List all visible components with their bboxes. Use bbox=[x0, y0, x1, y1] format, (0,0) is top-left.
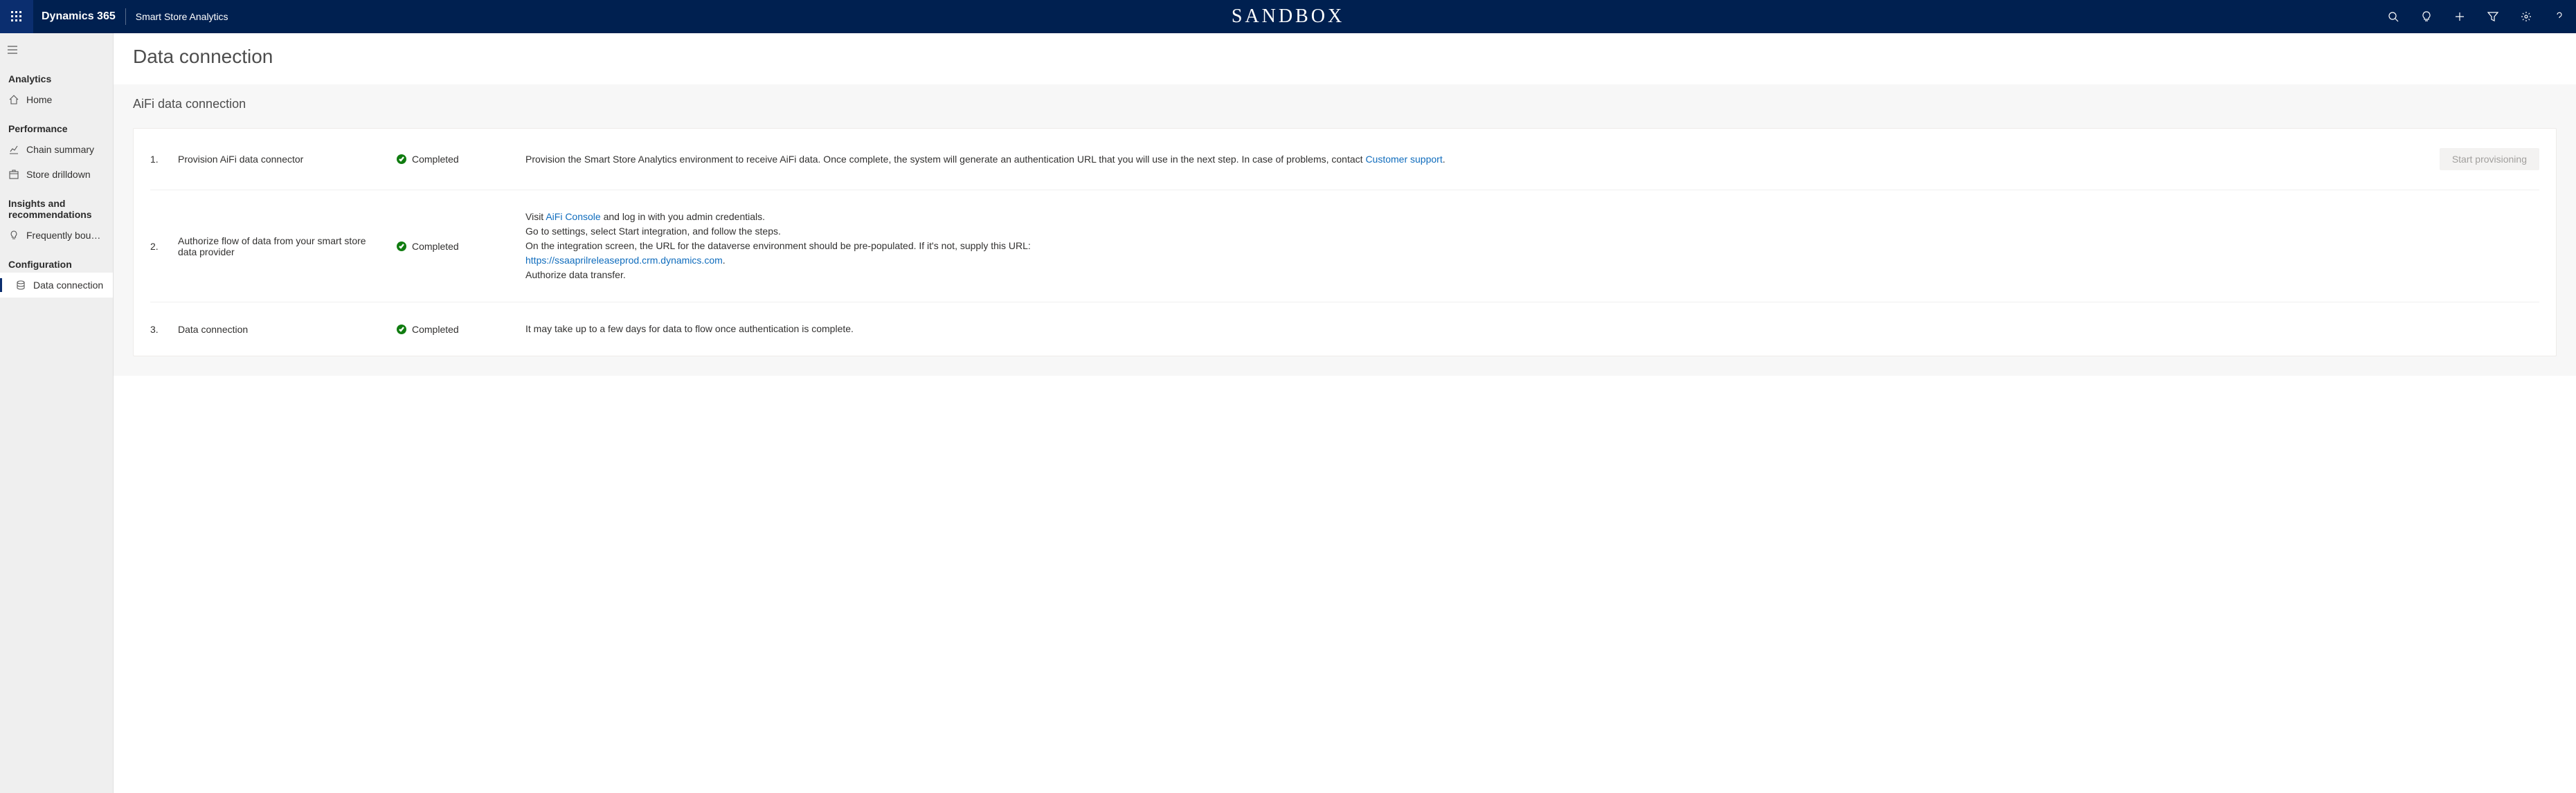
check-icon bbox=[397, 241, 406, 251]
sidebar: Analytics Home Performance Chain summary… bbox=[0, 33, 114, 793]
status-text: Completed bbox=[412, 154, 459, 165]
environment-label: SANDBOX bbox=[1232, 6, 1344, 28]
status-text: Completed bbox=[412, 241, 459, 252]
step-number: 1. bbox=[150, 154, 167, 165]
chart-icon bbox=[8, 144, 19, 155]
lightbulb-icon bbox=[2421, 11, 2432, 22]
sidebar-item-label: Frequently bought t... bbox=[26, 230, 105, 241]
waffle-icon bbox=[11, 11, 22, 22]
settings-button[interactable] bbox=[2510, 0, 2543, 33]
sidebar-section-configuration: Configuration bbox=[0, 248, 113, 273]
step-description: Visit AiFi Console and log in with you a… bbox=[525, 210, 2417, 282]
aifi-console-link[interactable]: AiFi Console bbox=[546, 211, 600, 222]
step-row-1: 1. Provision AiFi data connector Complet… bbox=[150, 129, 2539, 190]
sidebar-item-label: Home bbox=[26, 94, 52, 105]
sidebar-section-insights: Insights and recommendations bbox=[0, 187, 113, 223]
filter-icon bbox=[2487, 11, 2498, 22]
sidebar-item-frequently-bought[interactable]: Frequently bought t... bbox=[0, 223, 113, 248]
section-title: AiFi data connection bbox=[133, 97, 2557, 111]
step-row-3: 3. Data connection Completed It may take… bbox=[150, 302, 2539, 356]
app-name[interactable]: Smart Store Analytics bbox=[136, 11, 228, 22]
plus-icon bbox=[2454, 11, 2465, 22]
data-connection-icon bbox=[15, 280, 26, 291]
question-icon bbox=[2554, 11, 2565, 22]
sidebar-item-chain-summary[interactable]: Chain summary bbox=[0, 137, 113, 162]
check-icon bbox=[397, 325, 406, 334]
brand-separator bbox=[125, 8, 126, 25]
brand-label: Dynamics 365 bbox=[42, 10, 116, 23]
help-button[interactable] bbox=[2543, 0, 2576, 33]
status-text: Completed bbox=[412, 324, 459, 335]
sidebar-item-home[interactable]: Home bbox=[0, 87, 113, 112]
gear-icon bbox=[2521, 11, 2532, 22]
step-status: Completed bbox=[397, 241, 514, 252]
steps-card: 1. Provision AiFi data connector Complet… bbox=[133, 128, 2557, 356]
filter-button[interactable] bbox=[2476, 0, 2510, 33]
step-number: 2. bbox=[150, 241, 167, 252]
hamburger-icon bbox=[7, 44, 18, 55]
search-button[interactable] bbox=[2377, 0, 2410, 33]
sidebar-item-label: Data connection bbox=[33, 280, 103, 291]
step-name: Authorize flow of data from your smart s… bbox=[178, 235, 386, 257]
main-content: Data connection AiFi data connection 1. … bbox=[114, 33, 2576, 793]
search-icon bbox=[2388, 11, 2399, 22]
lightbulb-icon bbox=[8, 230, 19, 241]
step-description: It may take up to a few days for data to… bbox=[525, 322, 2417, 336]
sidebar-toggle[interactable] bbox=[0, 37, 113, 62]
sidebar-section-analytics: Analytics bbox=[0, 62, 113, 87]
app-launcher[interactable] bbox=[0, 0, 33, 33]
store-icon bbox=[8, 169, 19, 180]
customer-support-link[interactable]: Customer support bbox=[1365, 154, 1442, 165]
sidebar-section-performance: Performance bbox=[0, 112, 113, 137]
step-name: Data connection bbox=[178, 324, 386, 335]
sidebar-item-data-connection[interactable]: Data connection bbox=[0, 273, 113, 298]
check-icon bbox=[397, 154, 406, 164]
dataverse-url-link[interactable]: https://ssaaprilreleaseprod.crm.dynamics… bbox=[525, 255, 723, 266]
sidebar-item-label: Store drilldown bbox=[26, 169, 91, 180]
home-icon bbox=[8, 94, 19, 105]
step-status: Completed bbox=[397, 154, 514, 165]
sidebar-item-store-drilldown[interactable]: Store drilldown bbox=[0, 162, 113, 187]
top-bar: Dynamics 365 Smart Store Analytics SANDB… bbox=[0, 0, 2576, 33]
step-row-2: 2. Authorize flow of data from your smar… bbox=[150, 190, 2539, 302]
step-name: Provision AiFi data connector bbox=[178, 154, 386, 165]
start-provisioning-button: Start provisioning bbox=[2440, 148, 2539, 170]
sidebar-item-label: Chain summary bbox=[26, 144, 94, 155]
insights-button[interactable] bbox=[2410, 0, 2443, 33]
step-status: Completed bbox=[397, 324, 514, 335]
page-title: Data connection bbox=[133, 46, 2557, 68]
add-button[interactable] bbox=[2443, 0, 2476, 33]
step-description: Provision the Smart Store Analytics envi… bbox=[525, 152, 2417, 167]
step-number: 3. bbox=[150, 324, 167, 335]
